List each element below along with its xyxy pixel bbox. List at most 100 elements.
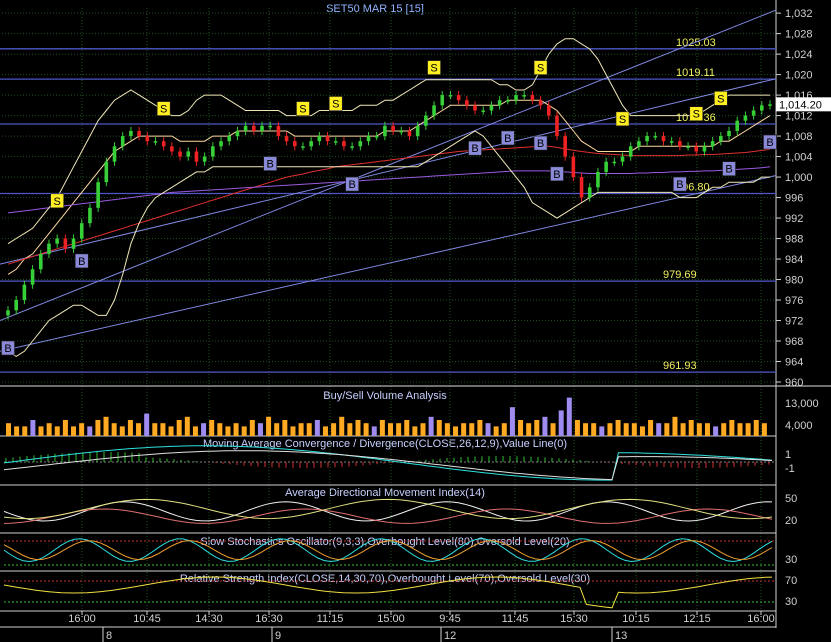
volume-bar <box>282 420 288 436</box>
candle <box>268 125 272 128</box>
volume-bar <box>396 423 402 436</box>
candle <box>71 238 76 249</box>
volume-bar <box>225 426 231 436</box>
volume-bar <box>639 426 645 436</box>
volume-bar <box>688 420 694 436</box>
adx-y-tick: 20 <box>785 515 797 527</box>
y-tick-label: 992 <box>785 213 803 225</box>
x-date-label: 8 <box>106 630 112 642</box>
buy-signal-label: B <box>471 143 478 155</box>
candle <box>637 141 641 147</box>
candle <box>538 100 543 106</box>
buy-signal-label: B <box>4 343 11 355</box>
sell-signal-label: S <box>53 196 60 208</box>
candle <box>63 238 68 249</box>
candle <box>391 125 395 131</box>
volume-bar <box>477 420 483 436</box>
volume-bar <box>71 426 77 436</box>
volume-bar <box>62 420 68 436</box>
y-tick-label: 1,012 <box>785 111 813 123</box>
overlay-line-0 <box>7 99 771 275</box>
candle <box>88 207 92 224</box>
candle <box>153 141 158 143</box>
adx-y-tick: 50 <box>785 493 797 505</box>
volume-bar <box>680 423 686 436</box>
x-tick-label: 16:00 <box>68 613 96 625</box>
plus-di-line <box>3 508 773 524</box>
candle <box>186 151 191 157</box>
candle <box>710 141 715 147</box>
candle <box>432 105 436 116</box>
candle <box>669 141 674 143</box>
y-tick-label: 964 <box>785 357 803 369</box>
volume-bar <box>745 423 751 436</box>
volume-bar <box>160 423 166 436</box>
volume-bar <box>664 423 670 436</box>
candle <box>727 130 731 137</box>
y-tick-label: 984 <box>785 254 803 266</box>
candle <box>366 136 371 142</box>
volume-bar <box>111 423 117 436</box>
volume-bar <box>192 426 198 436</box>
macd-y-tick: -1 <box>785 463 795 475</box>
x-tick-label: 10:15 <box>622 613 650 625</box>
candle <box>55 238 59 244</box>
candle <box>350 146 354 148</box>
sell-signal-label: S <box>537 63 544 75</box>
channel-upper <box>0 9 777 321</box>
volume-bar <box>79 423 85 436</box>
x-tick-label: 10:45 <box>133 613 161 625</box>
level-label: 979.69 <box>663 269 697 281</box>
candle <box>473 105 477 111</box>
price-chart[interactable]: SET50 MAR 15 [15] Buy/Sell Volume Analys… <box>0 0 831 642</box>
volume-bar <box>656 423 662 436</box>
candle <box>342 141 346 147</box>
candle <box>309 141 313 147</box>
volume-bar <box>233 423 239 436</box>
candle <box>456 95 461 101</box>
level-label: 1019.11 <box>676 67 715 79</box>
volume-bar <box>672 416 678 436</box>
volume-bar <box>136 423 142 436</box>
volume-bar <box>46 423 52 436</box>
candle <box>227 136 232 142</box>
candle <box>768 104 772 106</box>
y-tick-label: 1,000 <box>785 172 813 184</box>
channel-mid <box>0 78 777 265</box>
volume-bar <box>444 423 450 436</box>
volume-bar <box>501 423 507 436</box>
x-tick-label: 16:30 <box>255 613 283 625</box>
buy-signal-label: B <box>537 138 544 150</box>
candle <box>628 146 633 157</box>
level-label: 1025.03 <box>676 37 716 49</box>
buy-signal-label: B <box>348 179 355 191</box>
candle <box>243 125 248 131</box>
candle <box>522 95 526 97</box>
volume-bar <box>38 426 44 436</box>
candle <box>555 115 559 137</box>
candle <box>120 136 125 147</box>
x-tick-label: 15:30 <box>560 613 588 625</box>
volume-bar <box>184 416 190 436</box>
volume-bar <box>6 423 11 436</box>
candle <box>702 146 707 152</box>
candle <box>497 100 502 106</box>
volume-bar <box>729 420 735 436</box>
y-tick-label: 1,020 <box>785 70 813 82</box>
volume-bar <box>103 416 109 436</box>
volume-bar <box>388 423 393 436</box>
x-date-label: 9 <box>275 630 281 642</box>
volume-bar <box>436 420 442 436</box>
macd-panel-title: Moving Average Convergence / Divergence(… <box>203 438 567 450</box>
rsi-y-tick: 70 <box>785 575 797 587</box>
volume-bar <box>509 407 515 436</box>
volume-bar <box>591 423 597 436</box>
volume-bar <box>542 416 548 436</box>
candle <box>506 100 510 102</box>
candle <box>383 125 387 137</box>
volume-bar <box>526 423 532 436</box>
buy-signal-label: B <box>553 169 560 181</box>
candle <box>530 95 535 101</box>
volume-bar <box>339 416 345 436</box>
volume-bar <box>266 416 272 436</box>
